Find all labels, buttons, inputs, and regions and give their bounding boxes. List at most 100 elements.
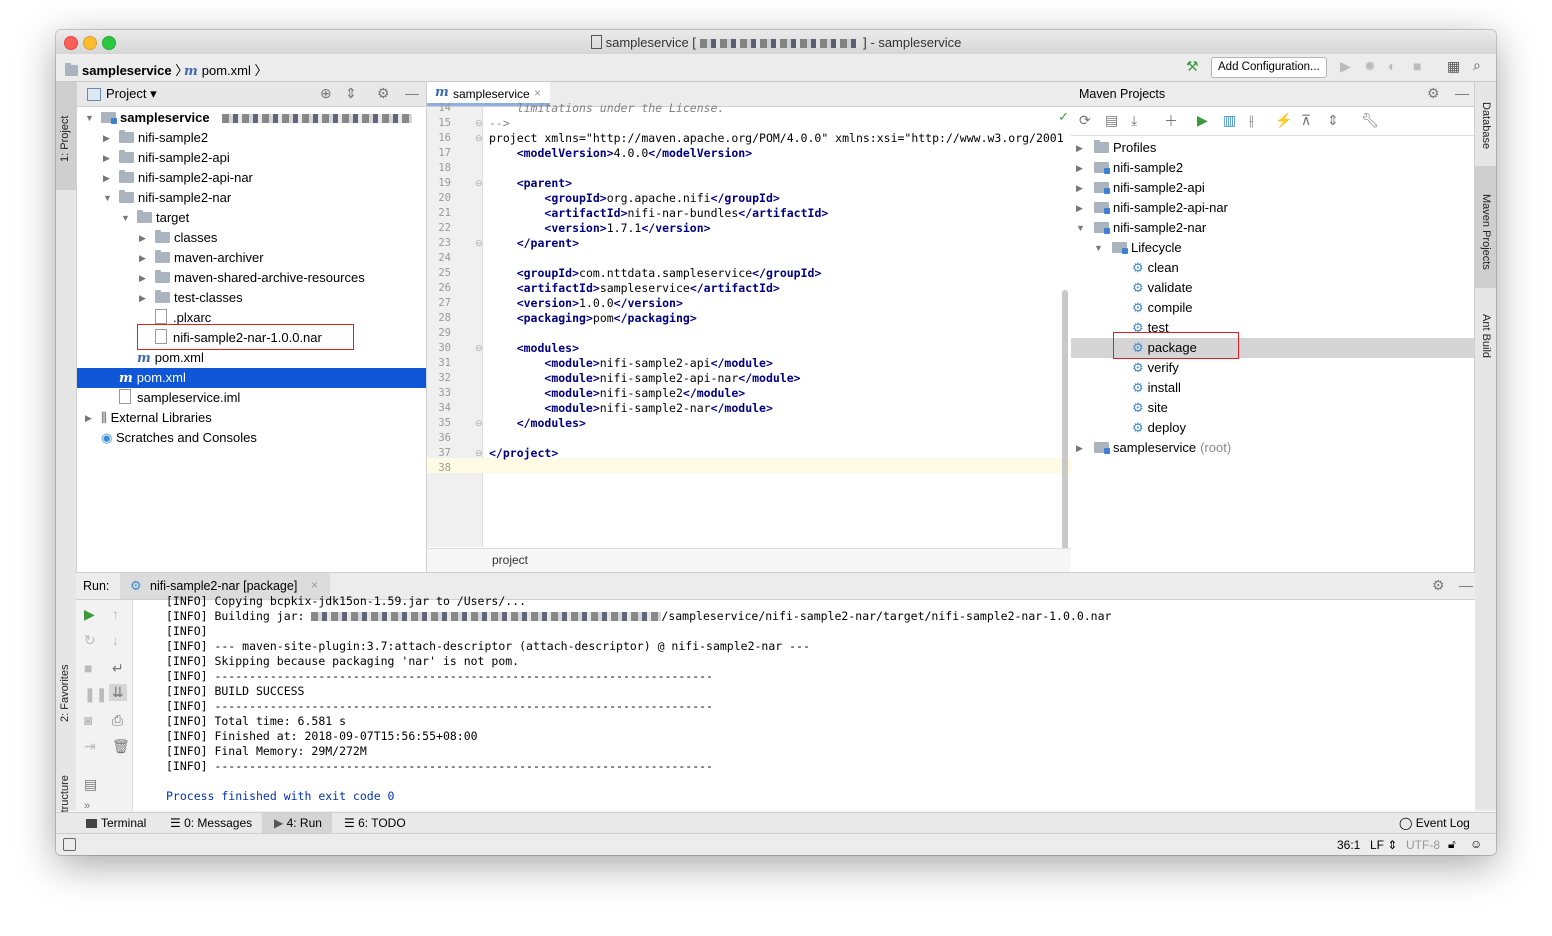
maven-tree-goal[interactable]: ⚙ install [1071, 378, 1474, 398]
add-project-icon[interactable]: ＋ [1164, 111, 1178, 131]
code-line[interactable]: 14 limitations under the License. [427, 101, 1072, 116]
collapsed-arrow-icon[interactable]: ▶ [1076, 198, 1083, 218]
code-line[interactable]: 26 <artifactId>sampleservice</artifactId… [427, 281, 1072, 296]
tab-database[interactable]: Database [1480, 102, 1492, 149]
layout-icon[interactable]: ▤ [84, 776, 97, 793]
close-run-tab-icon[interactable]: × [311, 578, 318, 592]
search-icon[interactable]: ⌕ [1473, 57, 1481, 74]
locate-icon[interactable]: ⊕ [320, 85, 332, 102]
code-line[interactable]: 25 <groupId>com.nttdata.sampleservice</g… [427, 266, 1072, 281]
reimport-icon[interactable]: ⟳ [1079, 112, 1091, 129]
maven-tree-goal[interactable]: ⚙ site [1071, 398, 1474, 418]
collapsed-arrow-icon[interactable]: ▶ [1076, 178, 1083, 198]
project-tree-root-module[interactable]: ▼ sampleservice [77, 108, 426, 128]
collapsed-arrow-icon[interactable]: ▶ [139, 288, 146, 308]
collapsed-arrow-icon[interactable]: ▶ [139, 268, 146, 288]
collapsed-arrow-icon[interactable]: ▶ [103, 168, 110, 188]
maven-tree-module[interactable]: ▼ nifi-sample2-nar [1071, 218, 1474, 238]
project-view-selector[interactable]: Project ▾ [106, 86, 157, 102]
project-tree-file[interactable]: sampleservice.iml [77, 388, 426, 408]
maven-tree-module[interactable]: ▶ sampleservice (root) [1071, 438, 1474, 458]
expanded-arrow-icon[interactable]: ▼ [121, 208, 130, 228]
pause-icon[interactable]: ❚❚ [84, 686, 107, 703]
project-tree-module[interactable]: ▶ nifi-sample2-api-nar [77, 168, 426, 188]
code-line[interactable]: 17 <modelVersion>4.0.0</modelVersion> [427, 146, 1072, 161]
maven-tree-module[interactable]: ▶ nifi-sample2 [1071, 158, 1474, 178]
project-tree-folder[interactable]: ▶ classes [77, 228, 426, 248]
project-tree-module[interactable]: ▶ nifi-sample2 [77, 128, 426, 148]
console-output[interactable]: [INFO] Copying bcpkix-jdk15on-1.59.jar t… [146, 594, 1475, 811]
code-line[interactable]: 22 <version>1.7.1</version> [427, 221, 1072, 236]
lock-icon[interactable]: 🔓︎ [1448, 837, 1456, 852]
project-tree-folder[interactable]: ▶ maven-archiver [77, 248, 426, 268]
project-tree-scratches[interactable]: ◉ Scratches and Consoles [77, 428, 426, 448]
fold-marker-icon[interactable]: ⊖ [475, 131, 483, 146]
breadcrumb-project[interactable]: sampleservice 〉 [65, 60, 188, 79]
collapsed-arrow-icon[interactable]: ▶ [139, 228, 146, 248]
fold-marker-icon[interactable]: ⊖ [475, 341, 483, 356]
collapsed-arrow-icon[interactable]: ▶ [1076, 438, 1083, 458]
skip-tests-icon[interactable]: ⚡ [1275, 112, 1292, 129]
exit-icon[interactable]: ⇥ [84, 738, 96, 755]
tool-windows-toggle-icon[interactable] [63, 838, 76, 851]
code-line[interactable]: 30 <modules> [427, 341, 1072, 356]
expanded-arrow-icon[interactable]: ▼ [1076, 218, 1085, 238]
maven-tree-goal[interactable]: ⚙ compile [1071, 298, 1474, 318]
hide-panel-icon[interactable]: — [1455, 85, 1469, 101]
toggle-offline-icon[interactable]: ⫲ [1249, 112, 1254, 129]
hide-panel-icon[interactable]: — [1459, 577, 1473, 593]
code-line[interactable]: 32 <module>nifi-sample2-api-nar</module> [427, 371, 1072, 386]
code-line[interactable]: 35 </modules> [427, 416, 1072, 431]
debug-icon[interactable]: ✹ [1364, 58, 1376, 75]
run-configuration-icon[interactable]: ▥ [1223, 112, 1236, 129]
soft-wrap-icon[interactable]: ↵ [112, 660, 124, 677]
dump-threads-icon[interactable]: ◙ [84, 712, 92, 728]
more-icon[interactable]: » [84, 800, 90, 812]
collapsed-arrow-icon[interactable]: ▶ [103, 148, 110, 168]
project-structure-icon[interactable]: ▦ [1447, 58, 1460, 75]
fold-marker-icon[interactable]: ⊖ [475, 446, 483, 461]
project-tree-folder[interactable]: ▼ target [77, 208, 426, 228]
code-line[interactable]: 24 [427, 251, 1072, 266]
maven-tree-goal[interactable]: ⚙ verify [1071, 358, 1474, 378]
collapse-all-icon[interactable]: ⇕ [1327, 112, 1339, 129]
collapse-all-icon[interactable]: ⇕ [345, 85, 357, 102]
generate-sources-icon[interactable]: ▤ [1105, 112, 1118, 129]
fold-marker-icon[interactable]: ⊖ [475, 416, 483, 431]
maven-tree-module[interactable]: ▶ nifi-sample2-api [1071, 178, 1474, 198]
download-icon[interactable]: ⤓ [1131, 112, 1137, 129]
fold-marker-icon[interactable]: ⊖ [475, 176, 483, 191]
close-tab-icon[interactable]: × [534, 86, 541, 100]
code-line[interactable]: 36 [427, 431, 1072, 446]
stop-icon[interactable]: ■ [84, 660, 92, 676]
wrench-icon[interactable]: 🔧︎ [1361, 112, 1379, 129]
maven-tree-lifecycle[interactable]: ▼ Lifecycle [1071, 238, 1474, 258]
code-line[interactable]: 33 <module>nifi-sample2</module> [427, 386, 1072, 401]
stop-icon[interactable]: ■ [1413, 58, 1421, 74]
show-dependencies-icon[interactable]: ⊼ [1301, 112, 1311, 129]
tab-favorites[interactable]: 2: Favorites [59, 665, 71, 722]
project-tree-folder[interactable]: ▶ maven-shared-archive-resources [77, 268, 426, 288]
project-tree-folder[interactable]: ▶ test-classes [77, 288, 426, 308]
maven-tree-goal[interactable]: ⚙ clean [1071, 258, 1474, 278]
event-log-button[interactable]: ◯ Event Log [1399, 815, 1470, 832]
code-line[interactable]: 16 project xmlns="http://maven.apache.org… [427, 131, 1072, 146]
rerun-icon[interactable]: ▶ [84, 606, 95, 623]
tab-run[interactable]: ▶ 4: Run [262, 813, 332, 834]
project-tree-libraries[interactable]: ▶ ⫼ External Libraries [77, 408, 426, 428]
tab-ant-build[interactable]: Ant Build [1480, 314, 1492, 358]
fold-marker-icon[interactable]: ⊖ [475, 116, 483, 131]
collapsed-arrow-icon[interactable]: ▶ [1076, 158, 1083, 178]
print-icon[interactable]: ⎙ [112, 712, 123, 729]
gear-icon[interactable]: ⚙ [1427, 85, 1440, 102]
code-line[interactable]: 31 <module>nifi-sample2-api</module> [427, 356, 1072, 371]
gear-icon[interactable]: ⚙ [377, 85, 390, 102]
fold-marker-icon[interactable]: ⊖ [475, 236, 483, 251]
code-line[interactable]: 27 <version>1.0.0</version> [427, 296, 1072, 311]
tab-maven-projects[interactable]: Maven Projects [1480, 194, 1492, 270]
tab-terminal[interactable]: Terminal [86, 815, 146, 832]
collapsed-arrow-icon[interactable]: ▶ [139, 248, 146, 268]
maven-tree-module[interactable]: ▶ nifi-sample2-api-nar [1071, 198, 1474, 218]
expanded-arrow-icon[interactable]: ▼ [103, 188, 112, 208]
build-hammer-icon[interactable]: ⚒ [1186, 58, 1199, 75]
